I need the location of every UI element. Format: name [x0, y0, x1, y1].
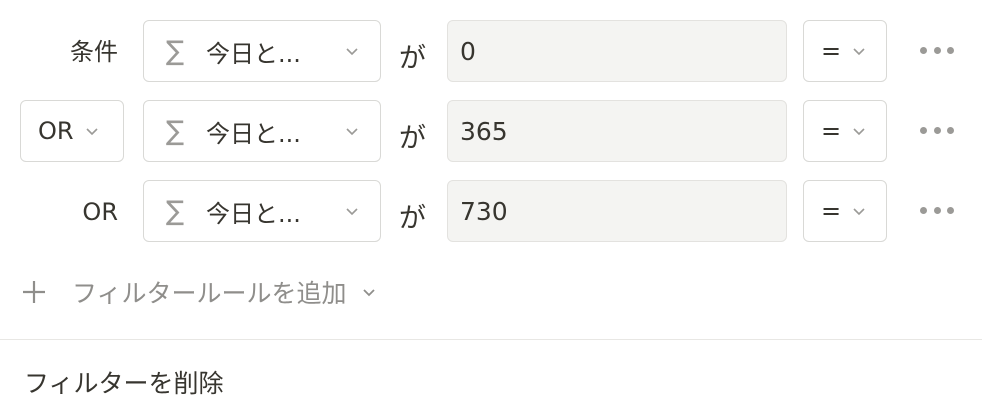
- rule-where-label: 条件: [70, 38, 118, 66]
- chevron-down-icon: [853, 208, 865, 216]
- property-select[interactable]: ∑ 今日と...: [143, 20, 381, 82]
- sigma-icon: ∑: [166, 115, 185, 147]
- chevron-down-icon: [853, 128, 865, 136]
- property-select[interactable]: ∑ 今日と...: [143, 100, 381, 162]
- delete-filter-button[interactable]: フィルターを削除: [24, 364, 224, 400]
- value-input[interactable]: 730: [447, 180, 787, 242]
- add-filter-rule-label: フィルタールールを追加: [72, 279, 347, 308]
- more-horizontal-icon[interactable]: [920, 122, 954, 138]
- property-name: 今日と...: [206, 39, 301, 68]
- filter-rule-row: OR ∑ 今日と... が 365 =: [0, 100, 982, 164]
- more-horizontal-icon[interactable]: [920, 202, 954, 218]
- rule-conjunction-label: OR: [82, 198, 118, 226]
- operator-select[interactable]: =: [803, 180, 887, 242]
- operator-select[interactable]: =: [803, 20, 887, 82]
- chevron-down-icon: [346, 48, 358, 56]
- operator-text: =: [821, 117, 842, 145]
- sigma-icon: ∑: [166, 35, 185, 67]
- chevron-down-icon: [362, 289, 375, 297]
- property-name: 今日と...: [206, 199, 301, 228]
- add-filter-rule-button[interactable]: フィルタールールを追加: [20, 272, 377, 312]
- value-input[interactable]: 365: [447, 100, 787, 162]
- conjunction-text: OR: [38, 117, 74, 145]
- chevron-down-icon: [346, 128, 358, 136]
- connector-text: が: [399, 203, 426, 234]
- property-name: 今日と...: [206, 119, 301, 148]
- operator-text: =: [821, 197, 842, 225]
- connector-text: が: [399, 43, 426, 74]
- value-input[interactable]: 0: [447, 20, 787, 82]
- chevron-down-icon: [86, 128, 98, 136]
- more-horizontal-icon[interactable]: [920, 42, 954, 58]
- operator-text: =: [821, 37, 842, 65]
- property-select[interactable]: ∑ 今日と...: [143, 180, 381, 242]
- filter-rule-row: 条件 ∑ 今日と... が 0 =: [0, 20, 982, 84]
- filter-rule-row: OR ∑ 今日と... が 730 =: [0, 180, 982, 244]
- operator-select[interactable]: =: [803, 100, 887, 162]
- plus-icon: [23, 281, 45, 303]
- connector-text: が: [399, 123, 426, 154]
- sigma-icon: ∑: [166, 195, 185, 227]
- conjunction-select[interactable]: OR: [20, 100, 124, 162]
- chevron-down-icon: [346, 208, 358, 216]
- chevron-down-icon: [853, 48, 865, 56]
- divider: [0, 339, 982, 340]
